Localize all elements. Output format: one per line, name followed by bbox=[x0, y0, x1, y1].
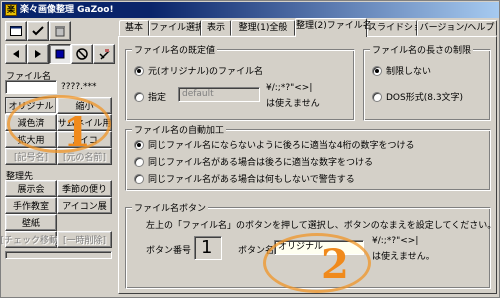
folder-button-seasonal[interactable]: 季節の便り bbox=[57, 180, 112, 197]
status-strip bbox=[5, 251, 112, 259]
window-icon[interactable] bbox=[5, 21, 27, 41]
tab-organize-general[interactable]: 整理(1)全般 bbox=[231, 20, 295, 36]
button-number-label: ボタン番号 bbox=[146, 246, 192, 256]
window-title: 楽々画像整理 GaZoo! bbox=[20, 5, 114, 15]
invalid-chars: ¥/:;*?"<>| bbox=[266, 83, 313, 93]
button-number-value: 1 bbox=[194, 236, 222, 260]
name-button-enlarge[interactable]: 拡大用 bbox=[5, 131, 57, 148]
back-icon[interactable] bbox=[5, 44, 27, 64]
tab-version-help[interactable]: バージョン/ヘルプ bbox=[417, 20, 497, 36]
filename-button-group: ファイル名ボタン 左上の「ファイル名」のボタンを押して選択し、ボタンのなまえを設… bbox=[125, 201, 496, 289]
annotation-one: 1 bbox=[63, 109, 91, 156]
tab-slideshow[interactable]: スライドショー bbox=[367, 20, 431, 36]
temp-delete-button[interactable]: [一時削除] bbox=[57, 231, 112, 248]
no-entry-icon[interactable] bbox=[71, 44, 93, 64]
radio-dot bbox=[372, 65, 382, 76]
check-icon[interactable] bbox=[27, 21, 49, 41]
radio-dot bbox=[134, 173, 144, 184]
radio-auto-warn-label: 同じファイル名がある場合は何もしないで警告する bbox=[148, 175, 355, 185]
tab-panel-filename: ファイル名の既定値 元(オリジナル)のファイル名 指定 default ¥/:;… bbox=[118, 36, 497, 294]
radio-dot bbox=[134, 156, 144, 167]
radio-custom-name[interactable]: 指定 bbox=[134, 90, 166, 103]
button-name-field[interactable]: オリジナル bbox=[274, 240, 364, 255]
default-name-group: ファイル名の既定値 元(オリジナル)のファイル名 指定 default ¥/:;… bbox=[125, 43, 355, 121]
app-window: 楽 楽々画像整理 GaZoo! ファイル名 ????.*** オリジナル 縮小 … bbox=[0, 0, 500, 298]
radio-auto-warn[interactable]: 同じファイル名がある場合は何もしないで警告する bbox=[134, 172, 355, 185]
radio-dos-label: DOS形式(8.3文字) bbox=[386, 93, 464, 103]
radio-dot bbox=[372, 91, 382, 102]
erase-icon[interactable] bbox=[93, 44, 115, 64]
name-button-reduced-color[interactable]: 減色済 bbox=[5, 114, 57, 131]
radio-auto-4digit-label: 同じファイル名にならないように後ろに適当な4桁の数字をつける bbox=[148, 141, 415, 151]
button-instruction: 左上の「ファイル名」のボタンを押して選択し、ボタンのなまえを設定してください。 bbox=[146, 221, 497, 231]
radio-auto-number-label: 同じファイル名がある場合は後ろに適当な数字をつける bbox=[148, 158, 374, 168]
invalid-note: は使えません bbox=[266, 99, 320, 109]
radio-dot bbox=[134, 91, 144, 102]
radio-dos[interactable]: DOS形式(8.3文字) bbox=[372, 90, 463, 103]
button-name-label: ボタン名 bbox=[238, 246, 275, 256]
length-limit-group-title: ファイル名の長さの制限 bbox=[370, 43, 474, 56]
forward-icon[interactable] bbox=[27, 44, 49, 64]
name-button-original[interactable]: オリジナル bbox=[5, 97, 57, 114]
tab-display[interactable]: 表示 bbox=[201, 20, 231, 36]
radio-custom-name-label: 指定 bbox=[148, 93, 167, 103]
radio-dot bbox=[134, 65, 144, 76]
auto-process-group-title: ファイル名の自動加工 bbox=[132, 123, 227, 136]
annotation-two: 2 bbox=[321, 241, 349, 288]
folder-button-handmade[interactable]: 手作教室 bbox=[5, 197, 57, 214]
button-invalid-note: は使えません。 bbox=[372, 252, 435, 262]
tab-file-select[interactable]: ファイル選択 bbox=[149, 20, 204, 36]
radio-auto-4digit[interactable]: 同じファイル名にならないように後ろに適当な4桁の数字をつける bbox=[134, 138, 415, 151]
button-invalid-chars: ¥/:;*?"<>| bbox=[372, 236, 419, 246]
filename-ext: ????.*** bbox=[61, 82, 97, 92]
app-icon: 楽 bbox=[5, 4, 17, 16]
stop-icon[interactable] bbox=[49, 44, 71, 64]
radio-auto-number[interactable]: 同じファイル名がある場合は後ろに適当な数字をつける bbox=[134, 155, 373, 168]
folder-button-exhibition[interactable]: 展示会 bbox=[5, 180, 57, 197]
radio-dot bbox=[134, 139, 144, 150]
auto-process-group: ファイル名の自動加工 同じファイル名にならないように後ろに適当な4桁の数字をつけ… bbox=[125, 123, 491, 191]
radio-original-name[interactable]: 元(オリジナル)のファイル名 bbox=[134, 64, 263, 77]
radio-unlimited[interactable]: 制限しない bbox=[372, 64, 431, 77]
check-move-button[interactable]: [チェック移動] bbox=[0, 231, 62, 248]
radio-original-name-label: 元(オリジナル)のファイル名 bbox=[148, 67, 264, 77]
title-bar[interactable]: 楽 楽々画像整理 GaZoo! bbox=[2, 2, 499, 18]
trash-icon[interactable] bbox=[49, 21, 71, 41]
length-limit-group: ファイル名の長さの制限 制限しない DOS形式(8.3文字) bbox=[363, 43, 491, 121]
folder-button-wallpaper[interactable]: 壁紙 bbox=[5, 214, 57, 231]
tab-basic[interactable]: 基本 bbox=[119, 20, 149, 36]
tab-organize-filename[interactable]: 整理(2)ファイル名 bbox=[295, 18, 372, 37]
filename-field[interactable] bbox=[5, 80, 57, 94]
folder-button-icon-exhibit[interactable]: アイコン展 bbox=[57, 197, 112, 214]
default-name-group-title: ファイル名の既定値 bbox=[132, 43, 218, 56]
radio-unlimited-label: 制限しない bbox=[386, 67, 432, 77]
custom-name-field[interactable]: default bbox=[178, 87, 260, 102]
symbol-name-button[interactable]: [記号名] bbox=[5, 148, 57, 165]
filename-button-group-title: ファイル名ボタン bbox=[132, 201, 209, 214]
